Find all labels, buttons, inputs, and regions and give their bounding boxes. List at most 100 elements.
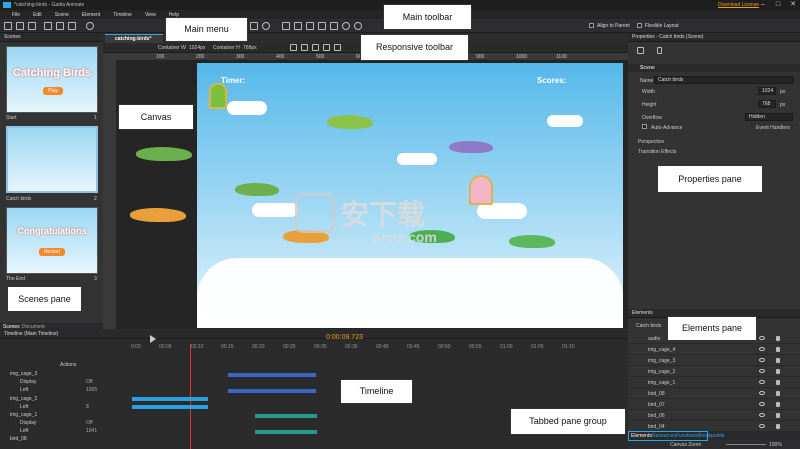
height-unit[interactable]: px [780,102,785,108]
rectangle-tool-icon[interactable] [250,22,258,30]
lock-icon[interactable] [776,347,780,352]
zoom-value[interactable]: 100% [769,442,782,448]
scene-thumbnail-start[interactable]: Catching Birds Play [6,46,98,113]
element-row[interactable]: img_cage_3 [628,355,800,366]
bird-icon[interactable] [327,115,373,129]
keyframe-bar[interactable] [255,414,317,418]
maximize-icon[interactable]: □ [773,1,783,9]
eye-icon[interactable] [759,336,765,340]
bird-icon[interactable] [509,235,555,248]
guides-icon[interactable] [334,44,341,51]
bird-icon[interactable] [235,183,279,196]
canvas-stage[interactable]: Timer: Scores: 安下载 anxz.com [197,63,623,328]
audio-tool-icon[interactable] [318,22,326,30]
import-icon[interactable] [44,22,52,30]
container-w-value[interactable]: 1024px [189,45,205,51]
element-row[interactable]: bird_08 [628,388,800,399]
element-row[interactable]: img_cage_4 [628,344,800,355]
elements-root[interactable]: Catch birds [636,323,661,329]
link-tool-icon[interactable] [354,22,362,30]
image-tool-icon[interactable] [294,22,302,30]
grid-icon[interactable] [323,44,330,51]
bird-icon[interactable] [136,147,192,161]
perspective-section[interactable]: Perspective [638,139,664,145]
timeline-row[interactable]: img_cage_2 [0,395,628,403]
play-icon[interactable] [150,335,156,343]
current-time[interactable]: 0:00:09.723 [326,334,363,341]
eye-icon[interactable] [759,347,765,351]
menu-view[interactable]: View [145,12,156,18]
overflow-select[interactable]: Hidden [745,113,793,121]
align-to-parent-checkbox[interactable] [589,23,594,28]
auto-advance-checkbox[interactable] [642,124,647,129]
lock-icon[interactable] [776,424,780,429]
scene-section-header[interactable]: Scene [628,64,800,72]
eye-icon[interactable] [759,424,765,428]
doc-tab[interactable]: catching-birds* [105,34,163,43]
eye-icon[interactable] [759,402,765,406]
zoom-slider[interactable] [726,444,766,445]
scene-thumbnail-catch-birds[interactable] [6,126,98,193]
flexible-layout-checkbox[interactable] [637,23,642,28]
width-field[interactable]: 1024 [758,87,776,95]
keyframe-bar[interactable] [132,397,208,401]
open-file-icon[interactable] [16,22,24,30]
element-row[interactable]: img_cage_1 [628,377,800,388]
menu-edit[interactable]: Edit [33,12,42,18]
eye-icon[interactable] [759,413,765,417]
lock-icon[interactable] [776,413,780,418]
name-field[interactable]: Catch birds [654,76,794,84]
timeline-row[interactable]: bird_08 [0,435,628,443]
properties-icon[interactable] [637,47,644,54]
lock-icon[interactable] [776,391,780,396]
ellipse-tool-icon[interactable] [262,22,270,30]
snap-icon[interactable] [312,44,319,51]
bird-icon[interactable] [449,141,493,153]
height-field[interactable]: 768 [758,100,776,108]
video-tool-icon[interactable] [306,22,314,30]
element-row[interactable]: bird_07 [628,399,800,410]
menu-timeline[interactable]: Timeline [113,12,132,18]
download-license-link[interactable]: Download License [718,2,759,8]
keyframe-bar[interactable] [228,373,316,377]
lock-icon[interactable] [776,336,780,341]
export-icon[interactable] [56,22,64,30]
container-h-value[interactable]: 768px [243,45,257,51]
eye-icon[interactable] [759,391,765,395]
lock-icon[interactable] [657,47,662,54]
keyframe-bar[interactable] [255,430,317,434]
frame-tool-icon[interactable] [330,22,338,30]
bird-cage-icon[interactable] [209,83,227,109]
publish-icon[interactable] [68,22,76,30]
eye-icon[interactable] [759,369,765,373]
preview-icon[interactable] [86,22,94,30]
text-tool-icon[interactable] [282,22,290,30]
element-row[interactable]: bird_06 [628,410,800,421]
menu-file[interactable]: File [12,12,20,18]
scene-thumbnail-the-end[interactable]: Congratulations Restart [6,207,98,274]
select-tool-icon[interactable] [290,44,297,51]
width-unit[interactable]: px [780,89,785,95]
keyframe-bar[interactable] [132,405,208,409]
lock-icon[interactable] [776,369,780,374]
event-handlers-link[interactable]: Event Handlers [756,125,790,131]
new-file-icon[interactable] [4,22,12,30]
minimize-icon[interactable]: – [758,1,768,9]
transition-effects-section[interactable]: Transition Effects [638,149,676,155]
timeline-row[interactable]: Display Off [0,378,628,386]
close-icon[interactable]: ✕ [788,1,798,9]
keyframe-bar[interactable] [228,389,316,393]
menu-element[interactable]: Element [82,12,100,18]
lock-icon[interactable] [776,358,780,363]
menu-scene[interactable]: Scene [55,12,69,18]
eye-icon[interactable] [759,358,765,362]
lock-icon[interactable] [776,380,780,385]
save-icon[interactable] [28,22,36,30]
transform-tool-icon[interactable] [301,44,308,51]
eye-icon[interactable] [759,380,765,384]
element-row[interactable]: img_cage_2 [628,366,800,377]
lock-icon[interactable] [776,402,780,407]
bird-cage-icon[interactable] [469,175,493,205]
component-tool-icon[interactable] [342,22,350,30]
bird-icon[interactable] [130,208,186,222]
